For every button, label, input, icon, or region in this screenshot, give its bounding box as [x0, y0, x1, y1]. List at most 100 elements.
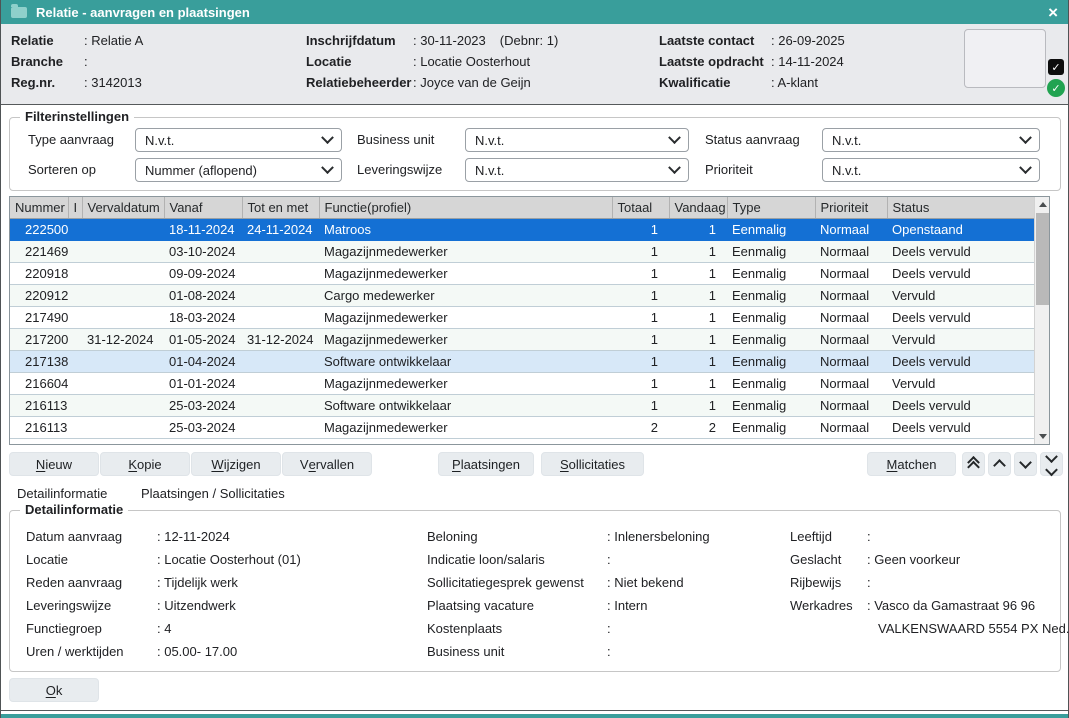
- field-value: : 30-11-2023: [413, 30, 486, 51]
- nieuw-button[interactable]: Nieuw: [9, 452, 99, 476]
- detail-field: Geslacht: Geen voorkeur: [790, 548, 1069, 571]
- scroll-up-button[interactable]: [988, 452, 1011, 476]
- chevron-up-icon: [993, 459, 1006, 472]
- field-label: Laatste contact: [659, 30, 771, 51]
- plaatsingen-button[interactable]: Plaatsingen: [438, 452, 534, 476]
- header-info-col-3: Laatste contact: 26-09-2025Laatste opdra…: [659, 30, 845, 93]
- column-header[interactable]: Functie(profiel): [319, 197, 612, 219]
- field-label: Locatie: [26, 548, 157, 571]
- column-header[interactable]: Status: [887, 197, 1034, 219]
- field-value: : Inlenersbeloning: [607, 529, 710, 544]
- header-field: Branche:: [11, 51, 143, 72]
- type-aanvraag-select[interactable]: N.v.t.: [135, 128, 342, 152]
- field-label: Business unit: [427, 640, 607, 663]
- chevron-down-icon: [1019, 161, 1032, 174]
- window-title: Relatie - aanvragen en plaatsingen: [36, 5, 250, 20]
- field-value: :: [867, 529, 871, 544]
- scrollbar-down-arrow-icon[interactable]: [1035, 429, 1050, 444]
- sorteren-op-select[interactable]: Nummer (aflopend): [135, 158, 342, 182]
- table-scrollbar[interactable]: [1034, 197, 1050, 444]
- field-label: Leveringswijze: [26, 594, 157, 617]
- column-header[interactable]: Prioriteit: [815, 197, 887, 219]
- filter-label-prioriteit: Prioriteit: [705, 158, 753, 182]
- select-value: N.v.t.: [475, 163, 504, 178]
- field-value: : A-klant: [771, 72, 818, 93]
- field-value: : 05.00- 17.00: [157, 644, 237, 659]
- double-chevron-down-icon: [1045, 450, 1058, 463]
- chevron-down-icon: [668, 161, 681, 174]
- field-suffix: (Debnr: 1): [500, 30, 559, 51]
- ok-button[interactable]: Ok: [9, 678, 99, 702]
- field-label: Functiegroep: [26, 617, 157, 640]
- kopie-button[interactable]: Kopie: [100, 452, 190, 476]
- scroll-down-button[interactable]: [1014, 452, 1037, 476]
- table-row[interactable]: 217138601-04-2024Software ontwikkelaar11…: [10, 351, 1034, 373]
- field-label: Plaatsing vacature: [427, 594, 607, 617]
- scrollbar-up-arrow-icon[interactable]: [1035, 197, 1050, 212]
- matchen-button[interactable]: Matchen: [867, 452, 956, 476]
- aanvragen-table: NummerIVervaldatumVanafTot en metFunctie…: [9, 196, 1050, 445]
- table-row[interactable]: 221469903-10-2024Magazijnmedewerker11Een…: [10, 241, 1034, 263]
- leveringswijze-select[interactable]: N.v.t.: [465, 158, 689, 182]
- tab-detailinformatie[interactable]: Detailinformatie: [17, 486, 107, 501]
- column-header[interactable]: Vanaf: [164, 197, 242, 219]
- column-header[interactable]: Type: [727, 197, 815, 219]
- column-header[interactable]: Vervaldatum: [82, 197, 164, 219]
- detail-tabs: Detailinformatie Plaatsingen / Sollicita…: [17, 484, 315, 504]
- detail-field: Locatie: Locatie Oosterhout (01): [26, 548, 301, 571]
- column-header[interactable]: I: [68, 197, 82, 219]
- field-value: :: [607, 621, 611, 636]
- close-icon[interactable]: ×: [1048, 4, 1058, 21]
- column-header[interactable]: Tot en met: [242, 197, 319, 219]
- detail-field: Beloning: Inlenersbeloning: [427, 525, 710, 548]
- prioriteit-select[interactable]: N.v.t.: [822, 158, 1040, 182]
- table-row[interactable]: 217200931-12-202401-05-202431-12-2024Mag…: [10, 329, 1034, 351]
- status-aanvraag-select[interactable]: N.v.t.: [822, 128, 1040, 152]
- sollicitaties-button[interactable]: Sollicitaties: [541, 452, 644, 476]
- detail-field: Functiegroep: 4: [26, 617, 301, 640]
- column-header[interactable]: Nummer: [10, 197, 68, 219]
- field-label: Locatie: [306, 51, 413, 72]
- scroll-top-button[interactable]: [962, 452, 985, 476]
- business-unit-select[interactable]: N.v.t.: [465, 128, 689, 152]
- table-row[interactable]: 217490218-03-2024Magazijnmedewerker11Een…: [10, 307, 1034, 329]
- column-header[interactable]: Vandaag: [669, 197, 727, 219]
- column-header[interactable]: Totaal: [612, 197, 669, 219]
- select-value: N.v.t.: [832, 163, 861, 178]
- detail-legend: Detailinformatie: [20, 502, 128, 517]
- tab-plaatsingen-sollicitaties[interactable]: Plaatsingen / Sollicitaties: [141, 486, 285, 501]
- scrollbar-thumb[interactable]: [1036, 213, 1049, 305]
- header-field: Laatste contact: 26-09-2025: [659, 30, 845, 51]
- filter-label-status-aanvraag: Status aanvraag: [705, 128, 800, 152]
- filter-label-type-aanvraag: Type aanvraag: [28, 128, 114, 152]
- wijzigen-button[interactable]: Wijzigen: [191, 452, 281, 476]
- field-value: : Vasco da Gamastraat 96 96: [867, 598, 1035, 613]
- field-value: : Intern: [607, 598, 647, 613]
- field-value: : Niet bekend: [607, 575, 684, 590]
- field-label: Relatie: [11, 30, 84, 51]
- field-label: Geslacht: [790, 548, 867, 571]
- detail-col-1: Datum aanvraag: 12-11-2024Locatie: Locat…: [26, 525, 301, 663]
- table-row[interactable]: 222500618-11-202424-11-2024Matroos11Eenm…: [10, 219, 1034, 241]
- vervallen-button[interactable]: Vervallen: [282, 452, 372, 476]
- field-value: : 4: [157, 621, 171, 636]
- field-value: : Uitzendwerk: [157, 598, 236, 613]
- field-label: Kwalificatie: [659, 72, 771, 93]
- detail-fieldset: Detailinformatie Datum aanvraag: 12-11-2…: [9, 510, 1061, 672]
- scroll-bottom-button[interactable]: [1040, 452, 1063, 476]
- photo-placeholder: [964, 29, 1046, 88]
- field-value: : Joyce van de Geijn: [413, 72, 531, 93]
- field-label: Indicatie loon/salaris: [427, 548, 607, 571]
- detail-field: Sollicitatiegesprek gewenst: Niet bekend: [427, 571, 710, 594]
- chevron-down-icon: [321, 161, 334, 174]
- relation-checkbox[interactable]: ✓: [1048, 59, 1064, 75]
- chevron-down-icon: [1019, 456, 1032, 469]
- chevron-down-icon: [1019, 131, 1032, 144]
- table-row[interactable]: 216113225-03-2024Software ontwikkelaar11…: [10, 395, 1034, 417]
- table-row[interactable]: 216113125-03-2024Magazijnmedewerker22Een…: [10, 417, 1034, 439]
- table-row[interactable]: 220918009-09-2024Magazijnmedewerker11Een…: [10, 263, 1034, 285]
- field-value: : Relatie A: [84, 30, 143, 51]
- table-row[interactable]: 220912501-08-2024Cargo medewerker11Eenma…: [10, 285, 1034, 307]
- table-row[interactable]: 216604301-01-2024Magazijnmedewerker11Een…: [10, 373, 1034, 395]
- filter-label-sorteren-op: Sorteren op: [28, 158, 96, 182]
